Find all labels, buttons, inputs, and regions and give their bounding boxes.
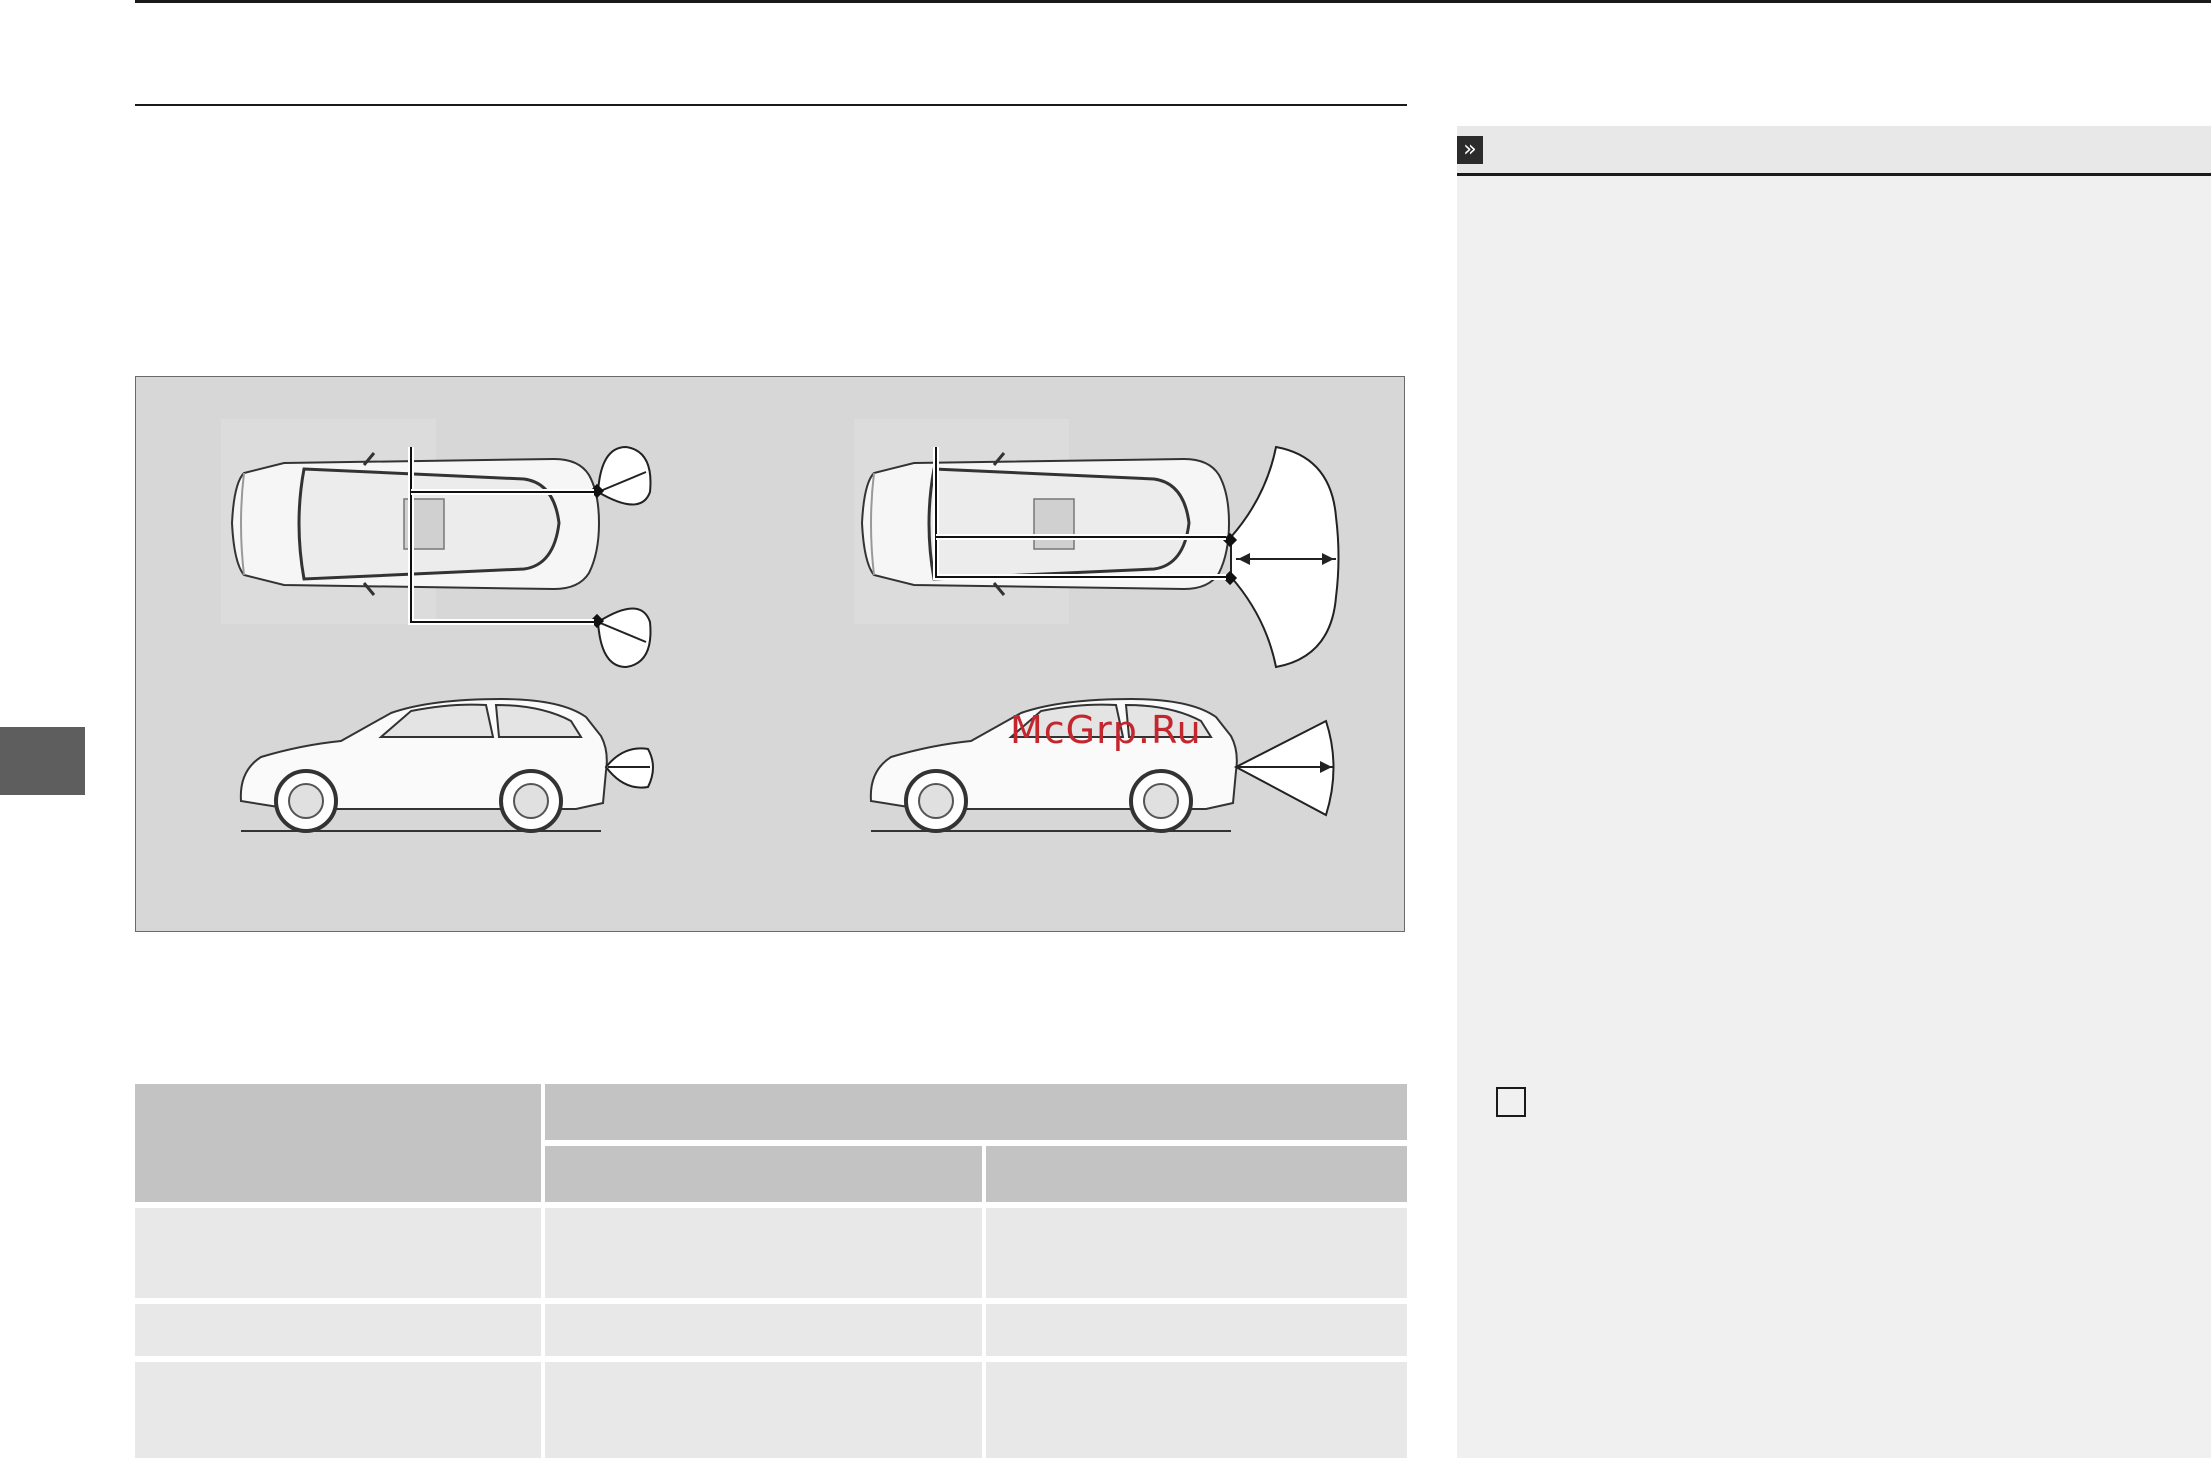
table-row-2-cell-2: [986, 1304, 1407, 1356]
notes-sidebar: »: [1457, 126, 2211, 1458]
table-row-3-cell-2: [986, 1362, 1407, 1458]
chapter-side-tab[interactable]: [0, 727, 85, 795]
table-row-3-cell-1: [545, 1362, 982, 1458]
sensor-spec-table: [135, 1084, 1407, 1458]
table-row-2-cell-1: [545, 1304, 982, 1356]
section-heading-rule: [135, 104, 1407, 106]
notes-header: »: [1457, 126, 2211, 176]
table-header-sub-2: [986, 1146, 1407, 1202]
watermark-text: McGrp.Ru: [1010, 708, 1202, 752]
table-row-1-cell-1: [545, 1208, 982, 1298]
table-header-sub-1: [545, 1146, 982, 1202]
table-row-3-label: [135, 1362, 541, 1458]
front-side-zone: [604, 747, 654, 789]
parking-sensor-figure: [135, 376, 1405, 932]
sensor-diagram: [221, 419, 1340, 833]
car-top-view-front: [230, 451, 601, 597]
page-top-rule: [135, 0, 2211, 3]
rear-side-zone: [1233, 719, 1335, 817]
car-side-view-front: [238, 697, 609, 833]
table-header-group: [545, 1084, 1407, 1140]
table-header-main: [135, 1084, 541, 1202]
car-top-view-rear: [860, 451, 1231, 597]
table-row-2-label: [135, 1304, 541, 1356]
table-row-1-label: [135, 1208, 541, 1298]
table-row-1-cell-2: [986, 1208, 1407, 1298]
double-chevron-right-icon: »: [1457, 136, 1483, 164]
checkbox-icon[interactable]: [1496, 1087, 1526, 1117]
